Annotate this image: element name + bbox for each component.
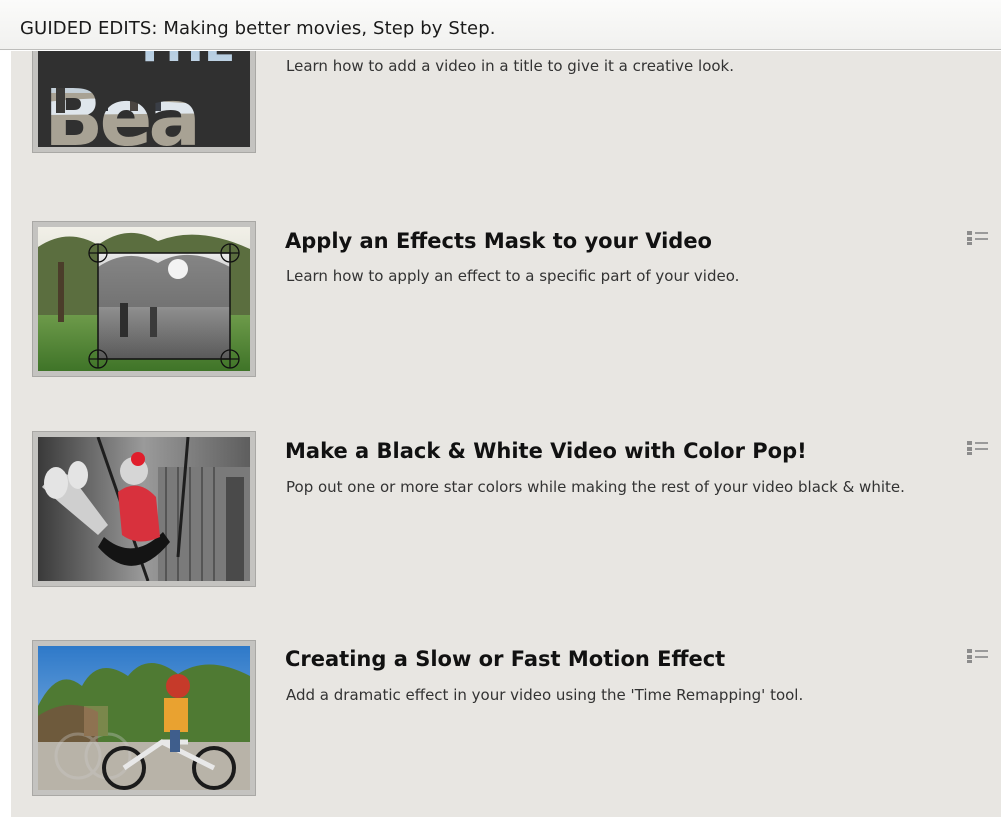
effects-mask-thumbnail[interactable] [32, 221, 256, 377]
color-pop-thumbnail[interactable] [32, 431, 256, 587]
item-title[interactable]: Make a Black & White Video with Color Po… [285, 439, 807, 463]
motion-effect-thumbnail[interactable] [32, 640, 256, 796]
effects-mask-image [38, 227, 250, 371]
guided-edits-header: GUIDED EDITS: Making better movies, Step… [0, 0, 1001, 50]
item-description: Add a dramatic effect in your video usin… [286, 686, 804, 704]
list-options-icon[interactable] [967, 440, 989, 456]
item-description: Learn how to add a video in a title to g… [286, 57, 735, 75]
video-in-title-image: Bea THE [38, 51, 250, 147]
video-in-title-thumbnail[interactable]: Bea THE [32, 51, 256, 153]
motion-effect-image [38, 646, 250, 790]
header-title: GUIDED EDITS: Making better movies, Step… [20, 18, 496, 39]
item-title[interactable]: Creating a Slow or Fast Motion Effect [285, 647, 725, 671]
guided-edits-window: GUIDED EDITS: Making better movies, Step… [0, 0, 1001, 817]
item-description: Pop out one or more star colors while ma… [286, 478, 905, 496]
list-item-color-pop[interactable]: Make a Black & White Video with Color Po… [11, 431, 1001, 601]
list-item-effects-mask[interactable]: Apply an Effects Mask to your Video Lear… [11, 221, 1001, 391]
guided-edits-list[interactable]: Bea THE [11, 51, 1001, 817]
list-options-icon[interactable] [967, 648, 989, 664]
color-pop-image [38, 437, 250, 581]
item-title[interactable]: Apply an Effects Mask to your Video [285, 229, 712, 253]
list-item-motion-effect[interactable]: Creating a Slow or Fast Motion Effect Ad… [11, 640, 1001, 810]
list-options-icon[interactable] [967, 230, 989, 246]
list-item-video-in-title[interactable]: Bea THE [11, 51, 1001, 167]
item-description: Learn how to apply an effect to a specif… [286, 267, 740, 285]
